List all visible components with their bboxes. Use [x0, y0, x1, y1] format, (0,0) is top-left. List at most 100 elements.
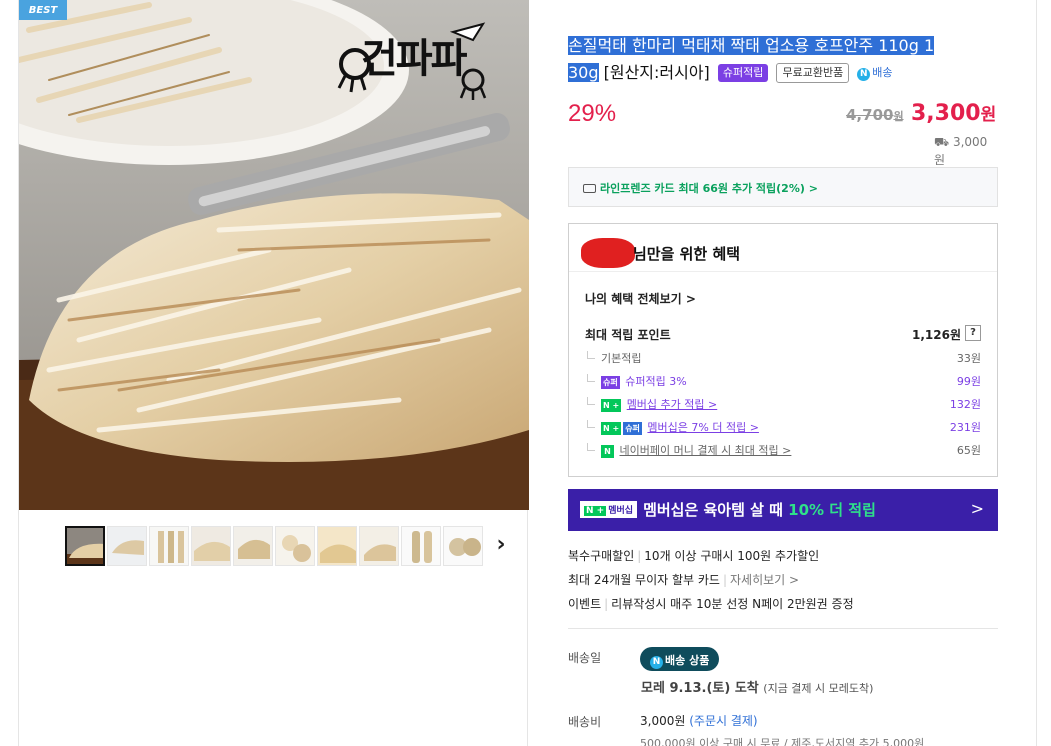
benefit-row-value: 65원: [956, 444, 981, 457]
credit-card-icon: [583, 184, 596, 193]
view-all-benefits-link[interactable]: 나의 혜택 전체보기 >: [585, 290, 696, 307]
product-gallery: BEST 건파파 ›: [18, 0, 529, 746]
card-promo-box[interactable]: 라인프렌즈 카드 최대 66원 추가 적립(2%) >: [568, 167, 998, 207]
n-delivery-label: 배송: [872, 66, 893, 79]
tree-branch-icon: [587, 374, 595, 382]
event-info: 이벤트 | 리뷰작성시 매주 10분 선정 N페이 2만원권 증정: [568, 597, 854, 611]
benefit-row-label: 기본적립: [601, 352, 642, 365]
benefit-row-membership-7[interactable]: N + 슈퍼 멤버십은 7% 더 적립 > 231원: [587, 419, 981, 437]
discount-rate: 29%: [568, 100, 617, 127]
brand-logo: 건파파: [333, 22, 508, 100]
max-points-value: 1,126원: [912, 328, 961, 342]
original-price-value: 4,700: [846, 106, 894, 124]
sale-price-unit: 원: [980, 105, 997, 125]
thumbnail-strip: ›: [19, 524, 529, 570]
installment-details-link[interactable]: 자세히보기 >: [730, 573, 799, 587]
thumbnail-6[interactable]: [275, 526, 315, 566]
membership-banner-highlight: 10% 더 적립: [788, 501, 876, 519]
benefit-row-basic: 기본적립 33원: [587, 350, 981, 368]
truck-icon: ⛟: [934, 135, 950, 149]
event-label: 이벤트: [568, 597, 602, 611]
main-product-image[interactable]: BEST 건파파: [19, 0, 529, 510]
card-promo-text: 라인프렌즈 카드 최대 66원 추가 적립(2%) >: [600, 182, 818, 195]
original-price-unit: 원: [893, 110, 904, 123]
thumbnail-1[interactable]: [65, 526, 105, 566]
arrival-date-text: 모레 9.13.(토) 도착: [641, 681, 759, 696]
arrival-date: 모레 9.13.(토) 도착 (지금 결제 시 모레도착): [641, 677, 873, 696]
benefit-row-value: 231원: [949, 421, 981, 434]
product-title-text-2: 30g: [568, 63, 599, 82]
page-border: [1036, 0, 1037, 746]
product-title-origin: [원산지:러시아]: [598, 63, 710, 82]
benefit-row-label: 멤버십은 7% 더 적립 >: [647, 421, 759, 434]
benefit-row-label: 멤버십 추가 적립 >: [626, 398, 718, 411]
membership-badge: N + 멤버십: [580, 501, 638, 518]
membership-banner-text: 멤버십은 육아템 살 때: [643, 501, 789, 519]
tree-branch-icon: [587, 420, 595, 428]
membership-banner[interactable]: N + 멤버십 멤버십은 육아템 살 때 10% 더 적립 >: [568, 489, 998, 531]
thumbnail-next-arrow-icon[interactable]: ›: [491, 534, 511, 558]
n-delivery-tag: N 배송: [857, 64, 893, 82]
tree-branch-icon: [587, 351, 595, 359]
original-price: 4,700원: [846, 106, 904, 124]
shipping-fee-note: (주문시 결제): [689, 714, 758, 728]
multi-purchase-discount: 복수구매할인 | 10개 이상 구매시 100원 추가할인: [568, 549, 820, 563]
product-title-text: 손질먹태 한마리 먹태채 짝태 업소용 호프안주 110g 1: [568, 36, 935, 55]
benefit-row-value: 132원: [949, 398, 981, 411]
thumbnail-5[interactable]: [233, 526, 273, 566]
super-points-tag: 슈퍼적립: [717, 64, 769, 82]
benefit-row-naverpay[interactable]: N 네이버페이 머니 결제 시 최대 적립 > 65원: [587, 442, 981, 460]
thumbnail-10[interactable]: [443, 526, 483, 566]
max-points-label: 최대 적립 포인트: [585, 328, 671, 342]
n-delivery-badge: N 배송 상품: [640, 647, 720, 671]
benefit-heading-text: 님만을 위한 혜택: [633, 245, 741, 263]
help-icon[interactable]: ?: [965, 325, 981, 341]
thumbnail-7[interactable]: [317, 526, 357, 566]
benefit-row-label: 네이버페이 머니 결제 시 최대 적립 >: [619, 444, 792, 457]
shipping-fee-detail: 3,000원 (주문시 결제): [640, 712, 758, 729]
thumbnail-4[interactable]: [191, 526, 231, 566]
benefit-row-value: 99원: [956, 375, 981, 388]
event-text: 리뷰작성시 매주 10분 선정 N페이 2만원권 증정: [611, 597, 854, 611]
product-title: 손질먹태 한마리 먹태채 짝태 업소용 호프안주 110g 1 30g [원산지:…: [568, 32, 998, 86]
delivery-date-label: 배송일: [568, 651, 602, 665]
redacted-username: [581, 238, 635, 268]
thumbnail-2[interactable]: [107, 526, 147, 566]
sale-price: 3,300원: [911, 100, 996, 126]
benefit-heading: 님만을 위한 혜택: [569, 224, 997, 272]
super-badge-icon: 슈퍼: [623, 422, 642, 435]
arrival-note: (지금 결제 시 모레도착): [763, 682, 874, 695]
installment-text: 최대 24개월 무이자 할부 카드: [568, 573, 720, 587]
benefit-row-membership[interactable]: N + 멤버십 추가 적립 > 132원: [587, 396, 981, 414]
free-exchange-tag: 무료교환반품: [776, 63, 850, 83]
n-plus-icon: N +: [584, 506, 607, 516]
multi-purchase-text: 10개 이상 구매시 100원 추가할인: [644, 549, 820, 563]
benefit-box: 님만을 위한 혜택 나의 혜택 전체보기 > 최대 적립 포인트 1,126원 …: [568, 223, 998, 477]
thumbnail-8[interactable]: [359, 526, 399, 566]
shipping-fee-amount: 3,000원: [640, 714, 686, 728]
brand-logo-text: 건파파: [361, 36, 467, 82]
section-divider: [568, 628, 998, 629]
n-delivery-icon: N: [857, 68, 871, 81]
multi-purchase-label: 복수구매할인: [568, 549, 635, 563]
shipping-fee-label: 배송비: [568, 715, 602, 729]
n-delivery-badge-label: 배송 상품: [665, 654, 710, 667]
shipping-extra-info: 500,000원 이상 구매 시 무료 / 제주,도서지역 추가 5,000원: [640, 737, 925, 746]
super-badge-icon: 슈퍼: [601, 376, 620, 389]
thumbnail-3[interactable]: [149, 526, 189, 566]
tree-branch-icon: [587, 397, 595, 405]
membership-badge-label: 멤버십: [608, 506, 634, 516]
benefit-row-super: 슈퍼 슈퍼적립 3% 99원: [587, 373, 981, 391]
shipping-fee: ⛟ 3,000원: [934, 135, 998, 168]
n-delivery-icon: N: [650, 656, 663, 669]
sale-price-value: 3,300: [911, 101, 981, 126]
tree-branch-icon: [587, 443, 595, 451]
max-points-row: 최대 적립 포인트 1,126원 ?: [585, 325, 981, 343]
benefit-row-label: 슈퍼적립 3%: [625, 375, 687, 388]
installment-info: 최대 24개월 무이자 할부 카드 | 자세히보기 >: [568, 573, 800, 587]
n-plus-badge-icon: N +: [601, 422, 622, 435]
n-plus-badge-icon: N +: [601, 399, 622, 412]
benefit-row-value: 33원: [956, 352, 981, 365]
thumbnail-9[interactable]: [401, 526, 441, 566]
naverpay-n-icon: N: [601, 445, 614, 458]
